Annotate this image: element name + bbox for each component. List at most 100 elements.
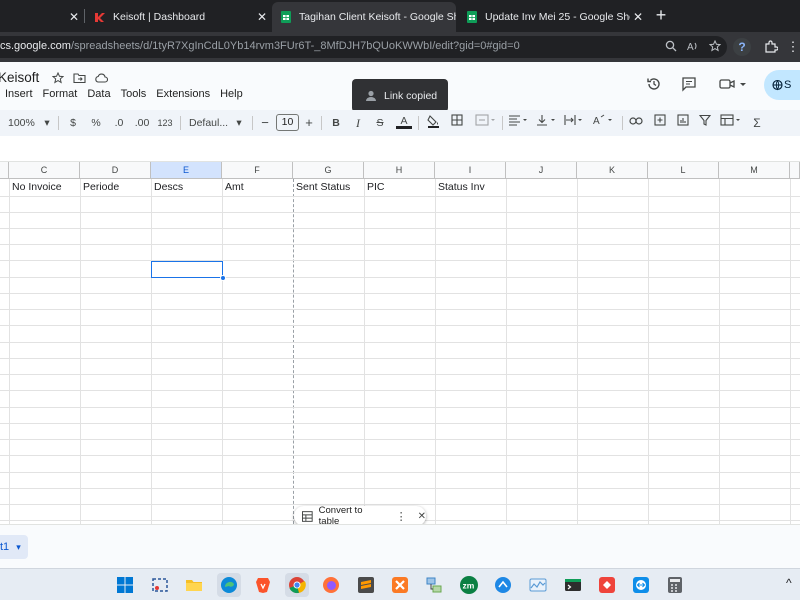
windows-start-icon[interactable] xyxy=(113,573,137,597)
zoom-lens-icon[interactable] xyxy=(664,40,678,54)
menu-format[interactable]: Format xyxy=(43,88,78,100)
menu-extensions[interactable]: Extensions xyxy=(156,88,210,100)
currency-button[interactable]: $ xyxy=(67,114,79,132)
move-folder-icon[interactable] xyxy=(72,72,86,86)
column-header-partial[interactable] xyxy=(790,162,800,179)
xampp-icon[interactable] xyxy=(388,573,412,597)
comments-icon[interactable] xyxy=(680,76,698,94)
close-icon[interactable]: ✕ xyxy=(630,10,646,24)
font-family-select[interactable]: Defaul... xyxy=(189,114,233,132)
percent-button[interactable]: % xyxy=(89,114,103,132)
cell-g1[interactable]: Sent Status xyxy=(296,181,350,193)
menu-tools[interactable]: Tools xyxy=(121,88,147,100)
active-cell-selection[interactable] xyxy=(151,261,223,278)
borders-icon[interactable] xyxy=(450,114,464,132)
column-header-i[interactable]: I xyxy=(435,162,506,179)
filter-views-icon[interactable] xyxy=(720,114,744,132)
column-header-g[interactable]: G xyxy=(293,162,364,179)
address-bar[interactable]: cs.google.com/spreadsheets/d/1tyR7XgInCd… xyxy=(0,36,727,58)
text-wrapping-icon[interactable] xyxy=(564,114,586,132)
decrease-font-size-button[interactable]: − xyxy=(259,114,271,132)
column-header-e[interactable]: E xyxy=(151,162,222,179)
teamviewer-icon[interactable] xyxy=(629,573,653,597)
insert-link-icon[interactable] xyxy=(629,114,643,132)
insert-comment-icon[interactable] xyxy=(653,114,667,132)
increase-font-size-button[interactable]: + xyxy=(303,114,315,132)
cell-h1[interactable]: PIC xyxy=(367,181,385,193)
bold-button[interactable]: B xyxy=(330,114,342,132)
calculator-icon[interactable] xyxy=(663,573,687,597)
increase-decimal-button[interactable]: .00 xyxy=(133,114,151,132)
column-header-h[interactable]: H xyxy=(364,162,435,179)
close-icon[interactable]: ✕ xyxy=(418,511,426,522)
browser-tab-update-inv[interactable]: Update Inv Mei 25 - Google Sheets ✕ xyxy=(458,2,646,32)
merge-cells-icon[interactable] xyxy=(474,114,498,132)
column-header-f[interactable]: F xyxy=(222,162,293,179)
column-header-partial[interactable] xyxy=(0,162,9,179)
column-header-d[interactable]: D xyxy=(80,162,151,179)
column-header-l[interactable]: L xyxy=(648,162,719,179)
cell-c1[interactable]: No Invoice xyxy=(12,181,62,193)
remote-desktop-icon[interactable] xyxy=(491,573,515,597)
performance-monitor-icon[interactable] xyxy=(526,573,550,597)
cell-d1[interactable]: Periode xyxy=(83,181,119,193)
chevron-up-icon[interactable]: ^ xyxy=(786,576,792,590)
menu-insert[interactable]: Insert xyxy=(5,88,33,100)
text-rotation-icon[interactable]: A xyxy=(593,114,615,132)
cell-f1[interactable]: Amt xyxy=(225,181,244,193)
close-icon[interactable]: ✕ xyxy=(66,10,82,24)
functions-button[interactable]: Σ xyxy=(751,114,763,132)
filter-icon[interactable] xyxy=(698,114,712,132)
menu-data[interactable]: Data xyxy=(87,88,110,100)
convert-to-table-chip[interactable]: Convert to table ⋮ ✕ xyxy=(294,505,426,527)
more-vert-icon[interactable]: ⋮ xyxy=(396,510,407,523)
firefox-browser-icon[interactable] xyxy=(319,573,343,597)
zoom-select[interactable]: 100% xyxy=(8,114,38,132)
read-aloud-icon[interactable]: A xyxy=(686,40,700,54)
column-header-k[interactable]: K xyxy=(577,162,648,179)
more-formats-button[interactable]: 123 xyxy=(156,114,174,132)
fill-color-icon[interactable] xyxy=(426,114,440,132)
menu-help[interactable]: Help xyxy=(220,88,243,100)
bookmark-star-icon[interactable] xyxy=(708,39,722,54)
vertical-align-icon[interactable] xyxy=(536,114,558,132)
anydesk-icon[interactable] xyxy=(595,573,619,597)
network-tool-icon[interactable] xyxy=(422,573,446,597)
extensions-puzzle-icon[interactable] xyxy=(764,40,779,54)
sublime-text-icon[interactable] xyxy=(354,573,378,597)
text-color-button[interactable]: A xyxy=(396,114,412,129)
decrease-decimal-button[interactable]: .0 xyxy=(111,114,127,132)
edge-browser-icon[interactable] xyxy=(217,573,241,597)
cell-i1[interactable]: Status Inv xyxy=(438,181,485,193)
sheet-tab[interactable]: t1 ▾ xyxy=(0,535,28,559)
version-history-icon[interactable] xyxy=(645,76,663,94)
document-title[interactable]: Keisoft xyxy=(0,70,39,85)
browser-tab-tagihan-client[interactable]: Tagihan Client Keisoft - Google Sh xyxy=(272,2,456,32)
chevron-down-icon[interactable]: ▾ xyxy=(42,114,52,132)
cell-e1[interactable]: Descs xyxy=(154,181,183,193)
horizontal-align-icon[interactable] xyxy=(508,114,530,132)
chevron-down-icon[interactable]: ▾ xyxy=(16,542,21,552)
url-text[interactable]: cs.google.com/spreadsheets/d/1tyR7XgInCd… xyxy=(0,40,520,52)
terminal-icon[interactable] xyxy=(561,573,585,597)
insert-chart-icon[interactable] xyxy=(676,114,690,132)
column-header-c[interactable]: C xyxy=(9,162,80,179)
fill-handle[interactable] xyxy=(220,275,226,281)
italic-button[interactable]: I xyxy=(352,114,364,132)
chevron-down-icon[interactable]: ▾ xyxy=(234,114,244,132)
spreadsheet-grid[interactable]: C D E F G H I J K L M No Invoice Periode… xyxy=(0,162,800,524)
font-size-input[interactable]: 10 xyxy=(276,114,299,131)
share-button[interactable]: S xyxy=(764,70,800,100)
star-icon[interactable] xyxy=(51,71,65,86)
snipping-tool-icon[interactable] xyxy=(148,573,172,597)
cloud-saved-icon[interactable] xyxy=(94,72,109,86)
profile-avatar[interactable]: ? xyxy=(733,38,751,56)
strikethrough-button[interactable]: S xyxy=(374,114,386,132)
brave-browser-icon[interactable] xyxy=(251,573,275,597)
chrome-browser-icon[interactable] xyxy=(285,573,309,597)
meet-video-icon[interactable] xyxy=(718,76,748,94)
close-icon[interactable]: ✕ xyxy=(254,10,270,24)
column-header-m[interactable]: M xyxy=(719,162,790,179)
browser-tab-keisoft-dashboard[interactable]: Keisoft | Dashboard ✕ xyxy=(86,2,270,32)
new-tab-button[interactable]: + xyxy=(652,6,670,24)
